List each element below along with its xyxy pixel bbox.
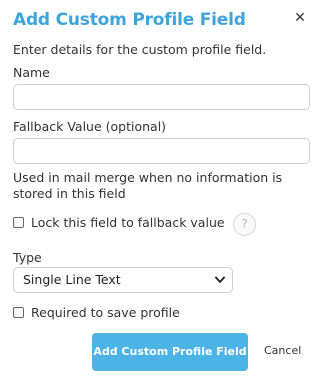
- fallback-help-text: Used in mail merge when no information i…: [13, 170, 283, 201]
- name-input[interactable]: [13, 84, 310, 110]
- lock-fallback-label[interactable]: Lock this field to fallback value: [31, 215, 225, 230]
- name-label: Name: [13, 65, 50, 80]
- fallback-value-input[interactable]: [13, 138, 310, 164]
- chevron-down-icon: [215, 276, 225, 283]
- add-custom-profile-field-dialog: Add Custom Profile Field ✕ Enter details…: [0, 0, 325, 377]
- type-label: Type: [13, 250, 42, 265]
- required-label[interactable]: Required to save profile: [31, 305, 180, 320]
- dialog-title: Add Custom Profile Field: [13, 10, 246, 30]
- add-custom-profile-field-button[interactable]: Add Custom Profile Field: [92, 333, 248, 371]
- required-checkbox[interactable]: [13, 307, 24, 318]
- close-icon[interactable]: ✕: [292, 9, 308, 27]
- type-select-value: Single Line Text: [23, 272, 121, 287]
- type-select[interactable]: Single Line Text: [13, 267, 233, 293]
- question-icon[interactable]: ?: [233, 213, 256, 236]
- intro-text: Enter details for the custom profile fie…: [13, 42, 267, 57]
- fallback-value-label: Fallback Value (optional): [13, 119, 167, 134]
- lock-fallback-checkbox[interactable]: [13, 217, 24, 228]
- cancel-button[interactable]: Cancel: [264, 344, 301, 357]
